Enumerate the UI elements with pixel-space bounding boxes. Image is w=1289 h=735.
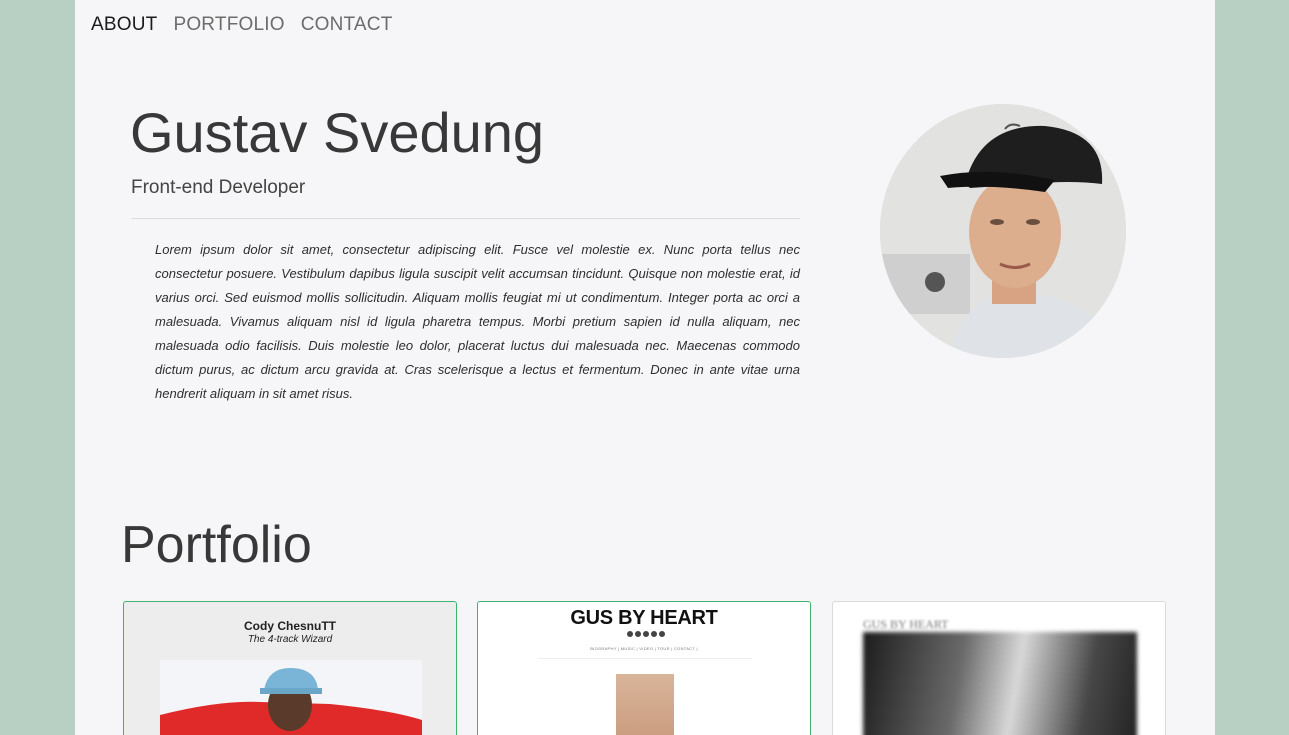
job-title: Front-end Developer (131, 177, 306, 198)
top-nav: ABOUT PORTFOLIO CONTACT (91, 14, 393, 36)
portfolio-card-gus-by-heart[interactable]: GUS BY HEART BIOGRAPHY | MUSIC | VIDEO |… (477, 601, 811, 735)
card-title: GUS BY HEART (863, 617, 949, 631)
divider (131, 218, 800, 219)
portfolio-heading: Portfolio (121, 516, 312, 574)
social-icon (659, 631, 665, 637)
bio-text: Lorem ipsum dolor sit amet, consectetur … (155, 242, 800, 401)
divider (538, 658, 752, 659)
nav-portfolio[interactable]: PORTFOLIO (173, 14, 284, 36)
social-icon (635, 631, 641, 637)
nav-contact[interactable]: CONTACT (301, 14, 393, 36)
portfolio-card-gus-by-heart-blur[interactable]: GUS BY HEART (832, 601, 1166, 735)
portfolio-card-cody[interactable]: Cody ChesnuTT The 4-track Wizard (123, 601, 457, 735)
page-title: Gustav Svedung (130, 101, 545, 164)
social-icons (627, 631, 665, 637)
social-icon (643, 631, 649, 637)
card-subtitle: The 4-track Wizard (247, 634, 333, 645)
avatar-photo-icon (880, 104, 1126, 358)
social-icon (627, 631, 633, 637)
avatar (880, 104, 1126, 358)
blurred-portrait-icon (863, 632, 1137, 735)
nav-about[interactable]: ABOUT (91, 14, 157, 36)
musician-photo-icon (160, 660, 422, 735)
portrait-photo-icon (616, 674, 674, 735)
social-icon (651, 631, 657, 637)
card-title: Cody ChesnuTT (244, 619, 336, 633)
card-title: GUS BY HEART (570, 607, 718, 629)
page-container: ABOUT PORTFOLIO CONTACT Gustav Svedung F… (75, 0, 1215, 735)
card-nav-text: BIOGRAPHY | MUSIC | VIDEO | TOUR | CONTA… (590, 646, 698, 651)
card-thumbnail (160, 660, 422, 735)
